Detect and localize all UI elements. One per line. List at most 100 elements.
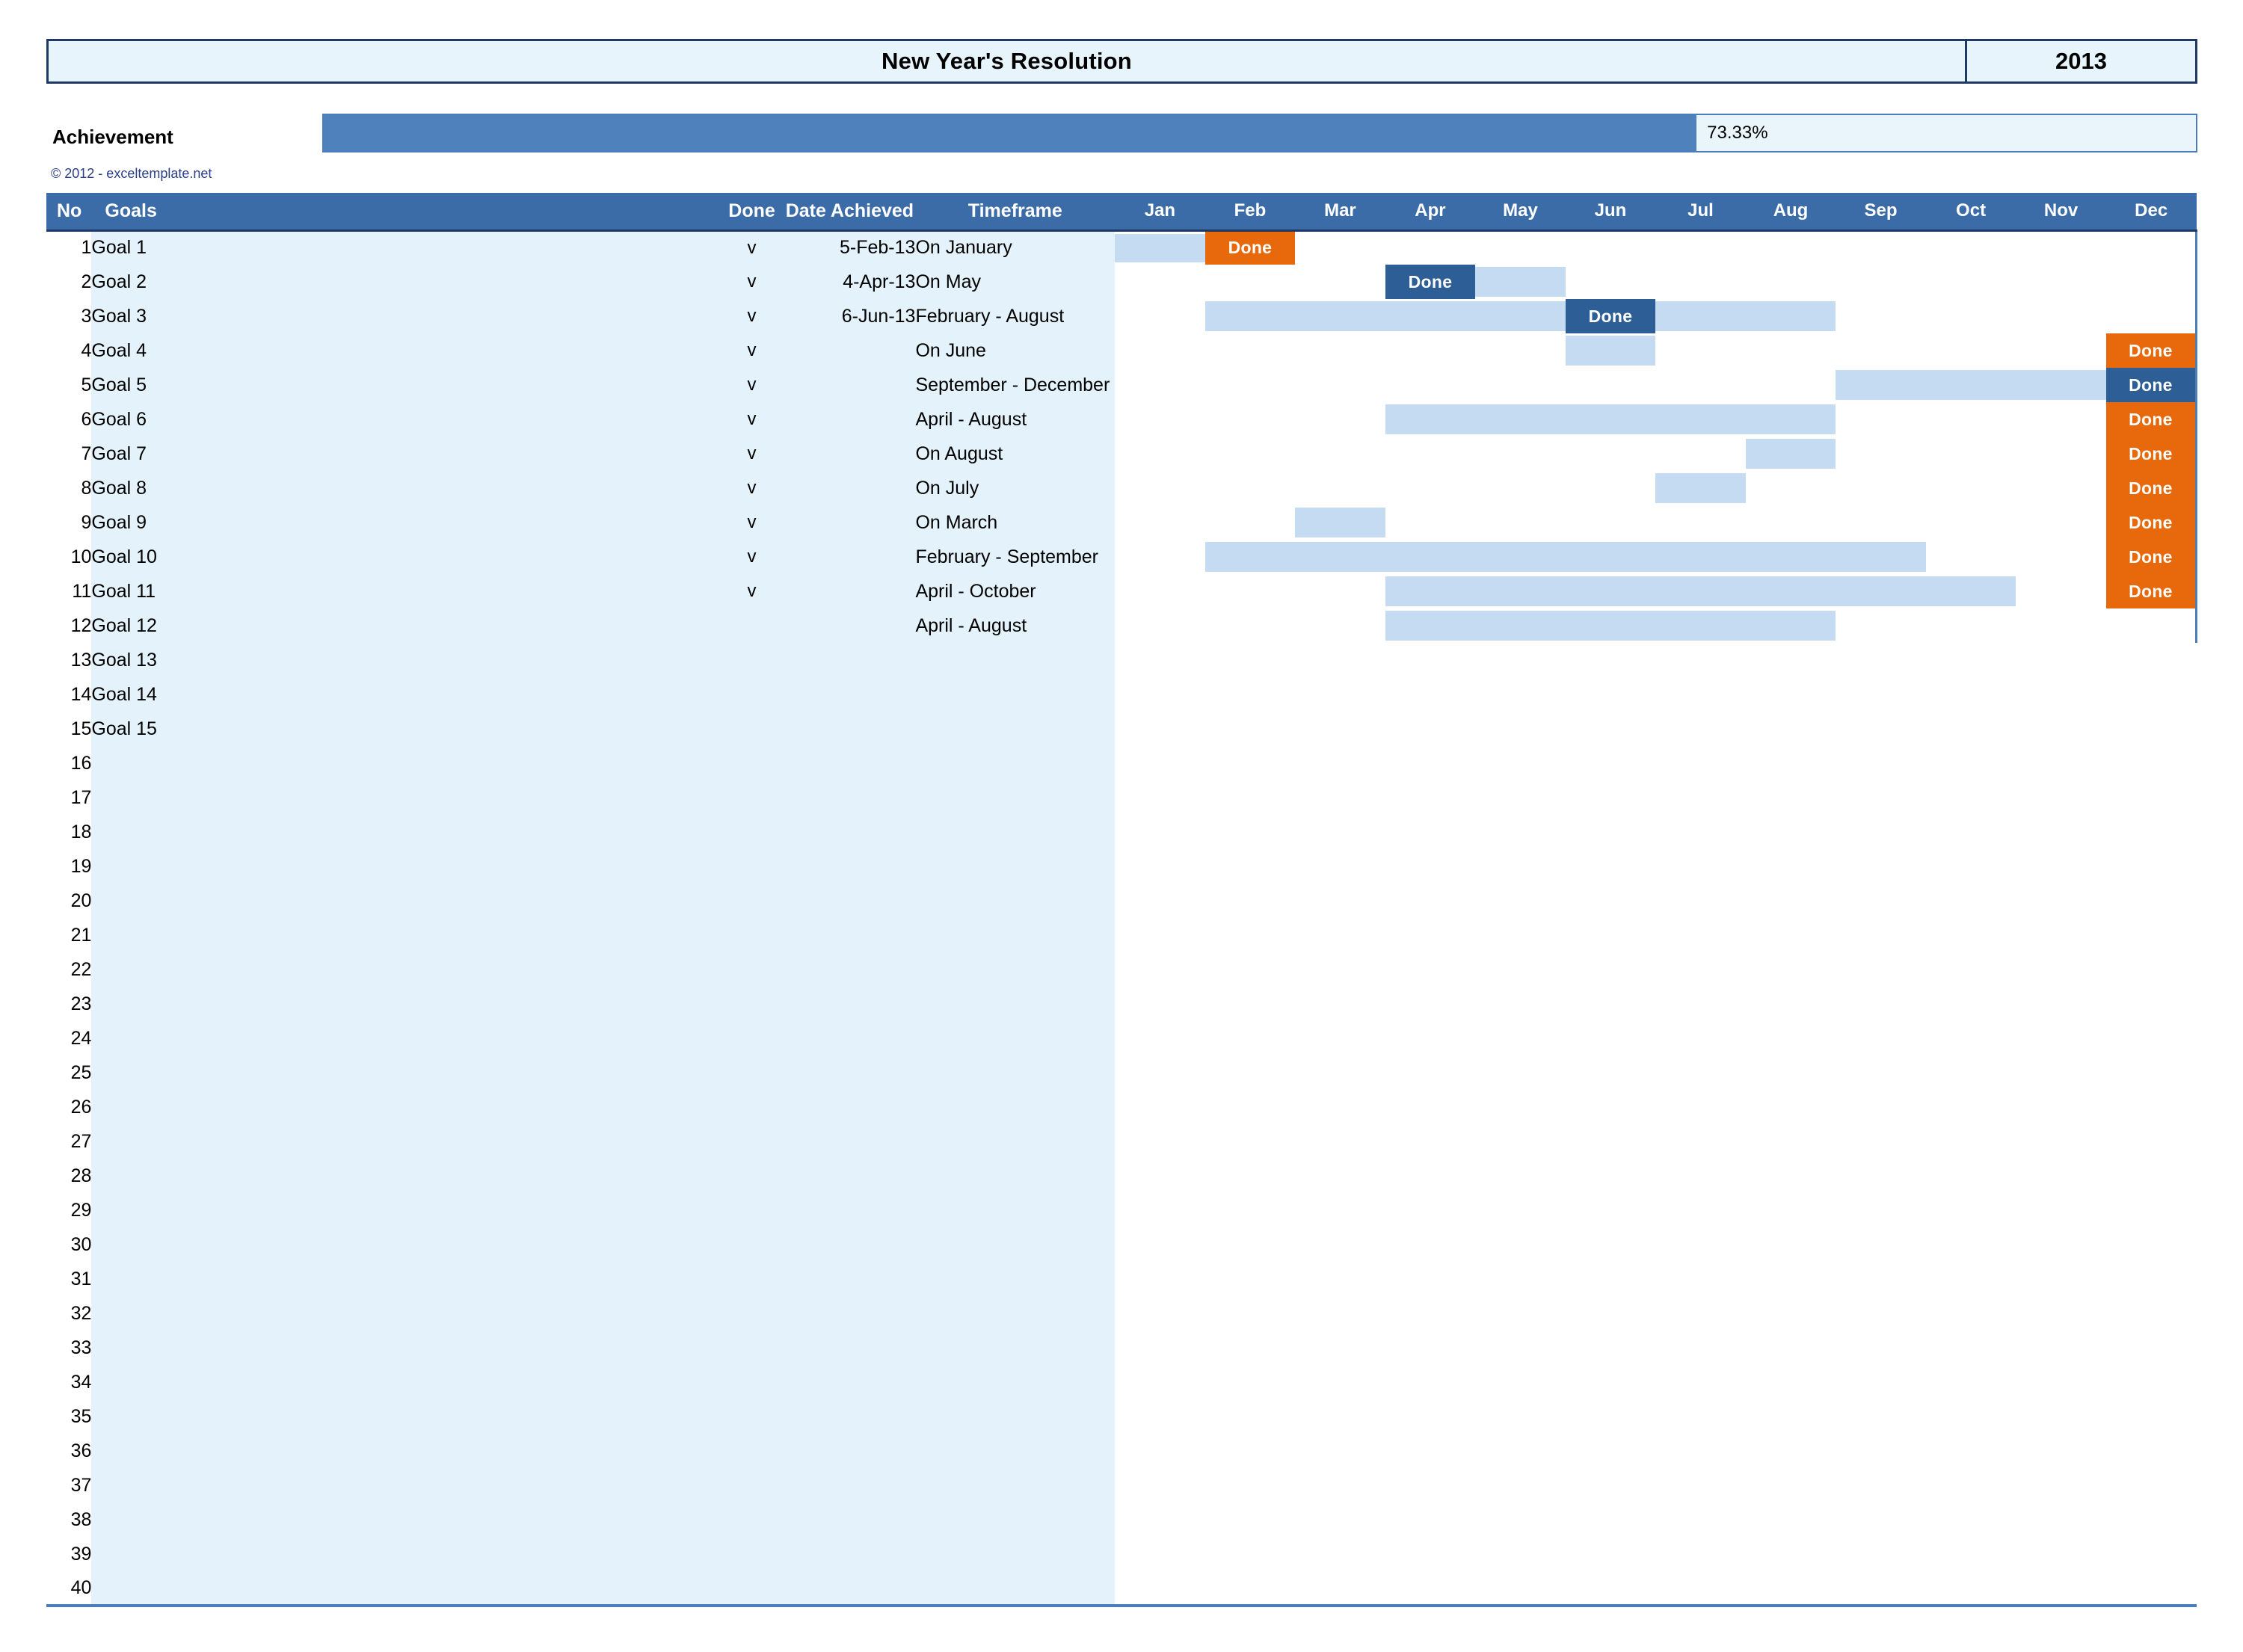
- gantt-cell-oct[interactable]: [1925, 608, 2016, 643]
- done-checkmark-cell[interactable]: [719, 815, 784, 849]
- gantt-cell-jun[interactable]: [1565, 574, 1656, 608]
- gantt-cell-nov[interactable]: [2016, 265, 2106, 299]
- gantt-cell-aug[interactable]: [1745, 505, 1836, 540]
- gantt-cell-nov[interactable]: [2016, 333, 2106, 368]
- gantt-cell-jun[interactable]: [1565, 540, 1656, 574]
- gantt-empty-range[interactable]: [1115, 1055, 2197, 1090]
- gantt-empty-range[interactable]: [1115, 1399, 2197, 1434]
- goal-name-cell[interactable]: [91, 1159, 720, 1193]
- gantt-cell-may[interactable]: [1475, 540, 1566, 574]
- done-checkmark-cell[interactable]: v: [719, 540, 784, 574]
- gantt-cell-sep[interactable]: [1836, 230, 1926, 265]
- column-header-month-sep[interactable]: Sep: [1836, 193, 1926, 232]
- gantt-cell-oct[interactable]: [1925, 230, 2016, 265]
- gantt-cell-apr[interactable]: Done: [1385, 265, 1476, 299]
- gantt-empty-range[interactable]: [1115, 712, 2197, 746]
- gantt-cell-aug[interactable]: [1745, 608, 1836, 643]
- gantt-empty-range[interactable]: [1115, 815, 2197, 849]
- timeframe-cell[interactable]: April - August: [915, 608, 1116, 643]
- date-achieved-cell[interactable]: [784, 712, 916, 746]
- timeframe-cell[interactable]: [915, 1296, 1116, 1331]
- column-header-done[interactable]: Done: [719, 193, 784, 232]
- gantt-cell-apr[interactable]: [1385, 471, 1476, 505]
- date-achieved-cell[interactable]: [784, 1159, 916, 1193]
- done-checkmark-cell[interactable]: [719, 1227, 784, 1262]
- gantt-cell-oct[interactable]: [1925, 402, 2016, 437]
- gantt-cell-jul[interactable]: [1655, 574, 1746, 608]
- done-checkmark-cell[interactable]: [719, 780, 784, 815]
- gantt-cell-nov[interactable]: [2016, 230, 2106, 265]
- goal-name-cell[interactable]: [91, 1193, 720, 1227]
- column-header-month-may[interactable]: May: [1475, 193, 1566, 232]
- goal-name-cell[interactable]: Goal 13: [91, 643, 720, 677]
- gantt-cell-dec[interactable]: Done: [2105, 333, 2197, 368]
- date-achieved-cell[interactable]: [784, 918, 916, 952]
- gantt-cell-aug[interactable]: [1745, 265, 1836, 299]
- done-checkmark-cell[interactable]: [719, 1021, 784, 1055]
- timeframe-cell[interactable]: [915, 1468, 1116, 1502]
- gantt-cell-sep[interactable]: [1836, 368, 1926, 402]
- done-checkmark-cell[interactable]: [719, 712, 784, 746]
- gantt-cell-aug[interactable]: [1745, 402, 1836, 437]
- gantt-cell-dec[interactable]: Done: [2105, 368, 2197, 402]
- done-checkmark-cell[interactable]: v: [719, 230, 784, 265]
- date-achieved-cell[interactable]: [784, 1055, 916, 1090]
- gantt-empty-range[interactable]: [1115, 1193, 2197, 1227]
- gantt-cell-mar[interactable]: [1295, 402, 1385, 437]
- timeframe-cell[interactable]: September - December: [915, 368, 1116, 402]
- goal-name-cell[interactable]: [91, 1331, 720, 1365]
- done-checkmark-cell[interactable]: v: [719, 368, 784, 402]
- gantt-cell-sep[interactable]: [1836, 402, 1926, 437]
- gantt-cell-sep[interactable]: [1836, 265, 1926, 299]
- timeframe-cell[interactable]: [915, 849, 1116, 884]
- gantt-cell-may[interactable]: [1475, 402, 1566, 437]
- column-header-month-apr[interactable]: Apr: [1385, 193, 1476, 232]
- gantt-cell-nov[interactable]: [2016, 402, 2106, 437]
- date-achieved-cell[interactable]: [784, 471, 916, 505]
- gantt-empty-range[interactable]: [1115, 1159, 2197, 1193]
- column-header-date[interactable]: Date Achieved: [784, 193, 916, 232]
- goal-name-cell[interactable]: [91, 1296, 720, 1331]
- goal-name-cell[interactable]: [91, 1434, 720, 1468]
- timeframe-cell[interactable]: [915, 1090, 1116, 1124]
- goal-name-cell[interactable]: [91, 1090, 720, 1124]
- gantt-cell-apr[interactable]: [1385, 437, 1476, 471]
- date-achieved-cell[interactable]: [784, 952, 916, 987]
- gantt-cell-apr[interactable]: [1385, 608, 1476, 643]
- gantt-cell-mar[interactable]: [1295, 333, 1385, 368]
- gantt-cell-feb[interactable]: [1204, 402, 1296, 437]
- done-checkmark-cell[interactable]: [719, 1502, 784, 1537]
- gantt-cell-dec[interactable]: Done: [2105, 402, 2197, 437]
- gantt-cell-sep[interactable]: [1836, 540, 1926, 574]
- gantt-cell-oct[interactable]: [1925, 505, 2016, 540]
- gantt-cell-dec[interactable]: Done: [2105, 574, 2197, 608]
- column-header-goals[interactable]: Goals: [91, 193, 720, 232]
- gantt-cell-feb[interactable]: [1204, 368, 1296, 402]
- gantt-cell-dec[interactable]: Done: [2105, 437, 2197, 471]
- gantt-cell-mar[interactable]: [1295, 608, 1385, 643]
- gantt-cell-apr[interactable]: [1385, 333, 1476, 368]
- date-achieved-cell[interactable]: [784, 437, 916, 471]
- timeframe-cell[interactable]: On July: [915, 471, 1116, 505]
- gantt-cell-jun[interactable]: [1565, 505, 1656, 540]
- gantt-empty-range[interactable]: [1115, 1468, 2197, 1502]
- timeframe-cell[interactable]: [915, 780, 1116, 815]
- gantt-cell-apr[interactable]: [1385, 402, 1476, 437]
- gantt-cell-nov[interactable]: [2016, 505, 2106, 540]
- gantt-cell-jan[interactable]: [1115, 471, 1205, 505]
- done-checkmark-cell[interactable]: v: [719, 505, 784, 540]
- gantt-cell-aug[interactable]: [1745, 540, 1836, 574]
- timeframe-cell[interactable]: On March: [915, 505, 1116, 540]
- date-achieved-cell[interactable]: [784, 1468, 916, 1502]
- date-achieved-cell[interactable]: [784, 746, 916, 780]
- goal-name-cell[interactable]: [91, 1021, 720, 1055]
- gantt-cell-may[interactable]: [1475, 299, 1566, 333]
- gantt-cell-feb[interactable]: [1204, 265, 1296, 299]
- timeframe-cell[interactable]: [915, 1021, 1116, 1055]
- gantt-empty-range[interactable]: [1115, 1331, 2197, 1365]
- date-achieved-cell[interactable]: [784, 1571, 916, 1607]
- gantt-cell-jan[interactable]: [1115, 540, 1205, 574]
- gantt-cell-jul[interactable]: [1655, 471, 1746, 505]
- gantt-cell-jan[interactable]: [1115, 230, 1205, 265]
- gantt-cell-sep[interactable]: [1836, 608, 1926, 643]
